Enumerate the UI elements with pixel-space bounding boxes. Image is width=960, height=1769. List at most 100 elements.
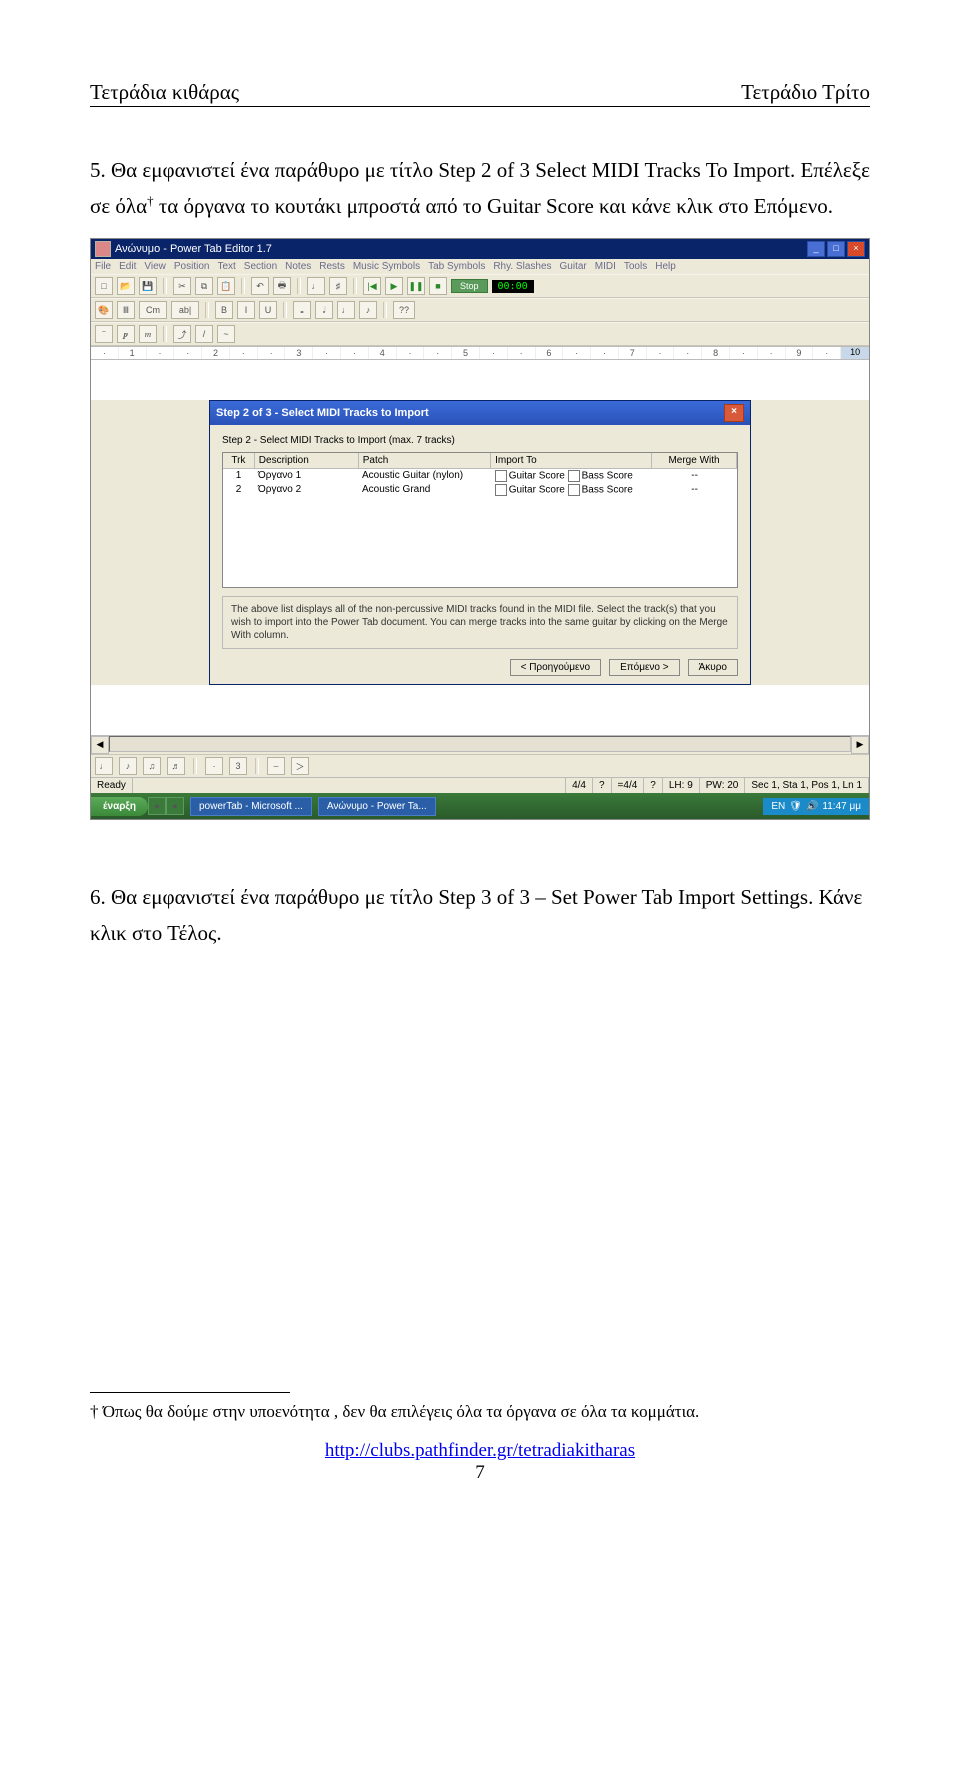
dialog-title: Step 2 of 3 - Select MIDI Tracks to Impo… — [216, 407, 429, 419]
open-icon[interactable]: 📂 — [117, 277, 135, 295]
play-icon[interactable]: ▶ — [385, 277, 403, 295]
note-half-icon[interactable]: 𝅗𝅥 — [315, 301, 333, 319]
note-whole-icon[interactable]: 𝅝 — [293, 301, 311, 319]
footer-link[interactable]: http://clubs.pathfinder.gr/tetradiakitha… — [325, 1440, 635, 1461]
stop-button[interactable]: Stop — [451, 279, 488, 293]
toolbar-2[interactable]: 🎨Ⅲ Cm ab| B I U 𝅝𝅗𝅥♩♪ ?? — [91, 298, 869, 322]
rest-icon[interactable]: 𝄻 — [95, 325, 113, 343]
tray-icon[interactable]: 🔊 — [806, 801, 818, 812]
dialog-titlebar: Step 2 of 3 - Select MIDI Tracks to Impo… — [210, 401, 750, 425]
dialog-hint: The above list displays all of the non-p… — [222, 596, 738, 649]
header-right: Τετράδιο Τρίτο — [741, 80, 870, 107]
dialog-close-button[interactable]: × — [724, 404, 744, 422]
workspace-lower — [91, 685, 869, 735]
ruler-end: 10 — [841, 347, 869, 359]
import-dialog: Step 2 of 3 - Select MIDI Tracks to Impo… — [209, 400, 751, 685]
prev-button[interactable]: < Προηγούμενο — [510, 659, 601, 676]
statusbar: Ready 4/4 ? =4/4 ? LH: 9 PW: 20 Sec 1, S… — [91, 777, 869, 793]
bottom-toolbar[interactable]: ♩ ♪ ♫ ♬ · 3 ⌣ ＞ — [91, 754, 869, 777]
dotted-icon[interactable]: · — [205, 757, 223, 775]
hscrollbar[interactable]: ◀ ▶ — [91, 735, 869, 754]
note-eighth-icon[interactable]: ♪ — [359, 301, 377, 319]
footnote-rule — [90, 1392, 290, 1393]
table-header: Trk Description Patch Import To Merge Wi… — [223, 453, 737, 469]
tempo-icon[interactable]: ♩ — [307, 277, 325, 295]
next-button[interactable]: Επόμενο > — [609, 659, 680, 676]
screenshot-step2: Ανώνυμο - Power Tab Editor 1.7 _ □ × Fil… — [90, 238, 870, 820]
repeat-icon[interactable]: ab| — [171, 301, 199, 319]
chord-icon[interactable]: Ⅲ — [117, 301, 135, 319]
vibrato-icon[interactable]: ~ — [217, 325, 235, 343]
toolbar-3[interactable]: 𝄻𝆏𝆐 ⤴/~ — [91, 322, 869, 346]
stop-icon[interactable]: ■ — [429, 277, 447, 295]
chord-name[interactable]: Cm — [139, 301, 167, 319]
clock: 11:47 μμ — [822, 801, 861, 812]
paragraph-5: 5. Θα εμφανιστεί ένα παράθυρο με τίτλο S… — [90, 153, 870, 224]
scroll-left-icon[interactable]: ◀ — [91, 736, 109, 754]
tray-icon[interactable]: 🛡 — [789, 801, 802, 812]
taskbar-item[interactable]: Ανώνυμο - Power Ta... — [318, 797, 436, 816]
menubar[interactable]: FileEditViewPositionTextSectionNotesRest… — [91, 259, 869, 274]
taskbar-item[interactable]: powerTab - Microsoft ... — [190, 797, 312, 816]
note-value-icon[interactable]: ♪ — [119, 757, 137, 775]
bend-icon[interactable]: ⤴ — [173, 325, 191, 343]
guitar-score-checkbox[interactable] — [495, 484, 507, 496]
app-titlebar: Ανώνυμο - Power Tab Editor 1.7 _ □ × — [91, 239, 869, 259]
slide-icon[interactable]: / — [195, 325, 213, 343]
palette-icon[interactable]: 🎨 — [95, 301, 113, 319]
help-icon[interactable]: ?? — [393, 301, 415, 319]
triplet-icon[interactable]: 3 — [229, 757, 247, 775]
close-button[interactable]: × — [847, 241, 865, 257]
guitar-score-checkbox[interactable] — [495, 470, 507, 482]
accent-icon[interactable]: ＞ — [291, 757, 309, 775]
key-icon[interactable]: ♯ — [329, 277, 347, 295]
dynamic-icon[interactable]: 𝆏 — [117, 325, 135, 343]
cancel-button[interactable]: Άκυρο — [688, 659, 738, 676]
new-icon[interactable]: □ — [95, 277, 113, 295]
paragraph-6: 6. Θα εμφανιστεί ένα παράθυρο με τίτλο S… — [90, 880, 870, 951]
paste-icon[interactable]: 📋 — [217, 277, 235, 295]
quicklaunch-icon[interactable]: ● — [148, 797, 166, 815]
minimize-button[interactable]: _ — [807, 241, 825, 257]
print-icon[interactable]: 🖶 — [273, 277, 291, 295]
save-icon[interactable]: 💾 — [139, 277, 157, 295]
note-value-icon[interactable]: ♬ — [167, 757, 185, 775]
dynamic-mf-icon[interactable]: 𝆐 — [139, 325, 157, 343]
bass-score-checkbox[interactable] — [568, 470, 580, 482]
toolbar-1[interactable]: □📂💾 ✂⧉📋 ↶🖶 ♩♯ |◀ ▶ ❚❚ ■ Stop 00:00 — [91, 274, 869, 298]
skip-back-icon[interactable]: |◀ — [363, 277, 381, 295]
dialog-label: Step 2 - Select MIDI Tracks to Import (m… — [222, 435, 738, 446]
app-title: Ανώνυμο - Power Tab Editor 1.7 — [115, 243, 272, 255]
time-display: 00:00 — [492, 280, 534, 293]
italic-button[interactable]: I — [237, 301, 255, 319]
table-row[interactable]: 2 Όργανο 2 Acoustic Grand Guitar Score B… — [223, 483, 737, 497]
note-value-icon[interactable]: ♩ — [95, 757, 113, 775]
footnote-area: † Όπως θα δούμε στην υποενότητα , δεν θα… — [90, 1392, 870, 1425]
copy-icon[interactable]: ⧉ — [195, 277, 213, 295]
taskbar[interactable]: έναρξη ● ● powerTab - Microsoft ... Ανών… — [91, 793, 869, 819]
cut-icon[interactable]: ✂ — [173, 277, 191, 295]
start-button[interactable]: έναρξη — [91, 797, 148, 816]
tie-icon[interactable]: ⌣ — [267, 757, 285, 775]
page-footer: http://clubs.pathfinder.gr/tetradiakitha… — [90, 1440, 870, 1484]
table-blank — [223, 497, 737, 587]
underline-button[interactable]: U — [259, 301, 277, 319]
undo-icon[interactable]: ↶ — [251, 277, 269, 295]
workspace — [91, 360, 869, 400]
page-number: 7 — [475, 1462, 485, 1483]
status-ready: Ready — [91, 778, 133, 793]
system-tray[interactable]: EN 🛡 🔊 11:47 μμ — [763, 798, 869, 815]
table-row[interactable]: 1 Όργανο 1 Acoustic Guitar (nylon) Guita… — [223, 469, 737, 483]
bass-score-checkbox[interactable] — [568, 484, 580, 496]
dialog-nav: < Προηγούμενο Επόμενο > Άκυρο — [222, 659, 738, 676]
bold-button[interactable]: B — [215, 301, 233, 319]
scroll-right-icon[interactable]: ▶ — [851, 736, 869, 754]
maximize-button[interactable]: □ — [827, 241, 845, 257]
quicklaunch-icon[interactable]: ● — [166, 797, 184, 815]
note-quarter-icon[interactable]: ♩ — [337, 301, 355, 319]
tracks-table: Trk Description Patch Import To Merge Wi… — [222, 452, 738, 588]
page-header: Τετράδια κιθάρας Τετράδιο Τρίτο — [90, 80, 870, 107]
header-left: Τετράδια κιθάρας — [90, 80, 239, 107]
pause-icon[interactable]: ❚❚ — [407, 277, 425, 295]
note-value-icon[interactable]: ♫ — [143, 757, 161, 775]
